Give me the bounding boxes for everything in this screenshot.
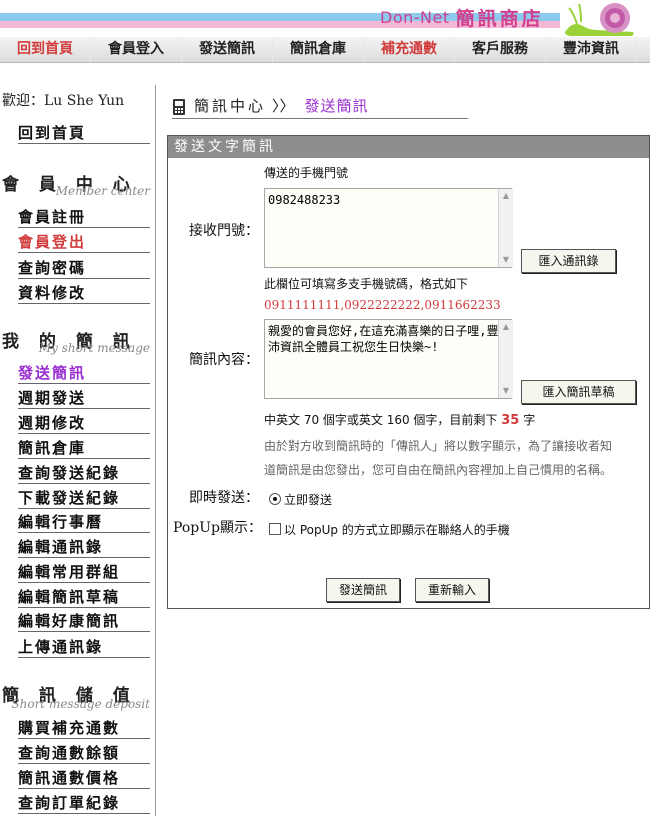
char-count-suffix: 字 <box>523 413 536 427</box>
sidebar-item-send-sms[interactable]: 發送簡訊 <box>18 363 150 384</box>
sidebar-item-password[interactable]: 查詢密碼 <box>18 258 150 279</box>
nav-topup[interactable]: 補充通數 <box>364 37 455 62</box>
popup-label: PopUp顯示： <box>173 520 263 536</box>
my-sms-subtitle: My short message <box>38 341 150 355</box>
char-count-prefix: 中英文 70 個字或英文 160 個字，目前剩下 <box>264 413 498 427</box>
welcome-text: 歡迎：Lu She Yun <box>2 93 125 109</box>
breadcrumb: 簡訊中心 〉〉 發送簡訊 <box>172 94 468 119</box>
sidebar-item-buy-credits[interactable]: 購買補充通數 <box>18 718 150 739</box>
brand-name-zh: 簡訊商店 <box>455 7 544 30</box>
content-textarea[interactable] <box>264 319 512 399</box>
scroll-down-icon[interactable]: ▼ <box>499 384 513 398</box>
nav-send-sms[interactable]: 發送簡訊 <box>182 37 273 62</box>
recipients-label: 接收門號： <box>189 223 259 239</box>
sidebar-item-balance[interactable]: 查詢通數餘額 <box>18 743 150 764</box>
nav-home[interactable]: 回到首頁 <box>0 37 91 62</box>
nav-customer-service[interactable]: 客戶服務 <box>455 37 546 62</box>
sidebar-item-sms-storage[interactable]: 簡訊倉庫 <box>18 438 150 459</box>
sidebar-item-periodic-send[interactable]: 週期發送 <box>18 388 150 409</box>
sidebar-item-pricing[interactable]: 簡訊通數價格 <box>18 768 150 789</box>
deposit-heading: 簡 訊 儲 值 Short message deposit <box>0 681 152 715</box>
sender-note-line-2: 道簡訊是由您發出，您可自由在簡訊內容裡加上自己慣用的名稱。 <box>264 463 613 477</box>
popup-checkbox[interactable] <box>269 523 281 535</box>
scroll-up-icon[interactable]: ▲ <box>499 320 513 334</box>
sidebar-item-groups[interactable]: 編輯常用群組 <box>18 562 150 583</box>
my-sms-heading: 我 的 簡 訊 My short message <box>0 327 152 361</box>
reset-button[interactable]: 重新輸入 <box>415 578 489 602</box>
sidebar-item-upload-contacts[interactable]: 上傳通訊錄 <box>18 637 150 658</box>
recipients-scrollbar[interactable]: ▲ ▼ <box>498 189 513 267</box>
sidebar-item-promo-sms[interactable]: 編輯好康簡訊 <box>18 611 150 632</box>
sidebar-item-logout[interactable]: 會員登出 <box>18 232 150 253</box>
sidebar-item-register[interactable]: 會員註冊 <box>18 207 150 228</box>
member-center-heading: 會 員 中 心 Member center <box>0 170 152 204</box>
breadcrumb-separator: 〉〉 <box>272 97 295 115</box>
format-example: 0911111111,0922222222,0911662233 <box>264 298 501 312</box>
sidebar-item-drafts[interactable]: 編輯簡訊草稿 <box>18 587 150 608</box>
instant-option-label[interactable]: 立即發送 <box>284 491 332 508</box>
sidebar-item-periodic-edit[interactable]: 週期修改 <box>18 413 150 434</box>
phone-hint: 傳送的手機門號 <box>264 166 349 180</box>
content-label: 簡訊內容： <box>189 352 259 368</box>
snail-logo-icon <box>565 3 634 36</box>
breadcrumb-current: 發送簡訊 <box>304 97 369 115</box>
sidebar-item-orders[interactable]: 查詢訂單紀錄 <box>18 793 150 814</box>
sidebar-divider <box>155 85 156 816</box>
format-hint: 此欄位可填寫多支手機號碼，格式如下 <box>264 277 469 291</box>
import-draft-button[interactable]: 匯入簡訊草稿 <box>521 380 636 404</box>
sidebar-item-download-records[interactable]: 下載發送紀錄 <box>18 488 150 509</box>
scroll-down-icon[interactable]: ▼ <box>499 253 513 267</box>
sender-note-line-1: 由於對方收到簡訊時的「傳訊人」將以數字顯示，為了讓接收者知 <box>264 439 613 453</box>
member-center-subtitle: Member center <box>55 184 150 198</box>
sidebar-item-profile[interactable]: 資料修改 <box>18 283 150 304</box>
content-scrollbar[interactable]: ▲ ▼ <box>498 320 513 398</box>
sidebar-item-send-records[interactable]: 查詢發送紀錄 <box>18 463 150 484</box>
recipients-textarea[interactable] <box>264 188 512 268</box>
send-sms-button[interactable]: 發送簡訊 <box>326 578 400 602</box>
nav-login[interactable]: 會員登入 <box>91 37 182 62</box>
instant-label: 即時發送： <box>189 490 259 506</box>
sidebar-item-calendar[interactable]: 編輯行事曆 <box>18 512 150 533</box>
import-contacts-button[interactable]: 匯入通訊錄 <box>521 249 616 273</box>
instant-radio[interactable] <box>269 493 281 505</box>
scroll-up-icon[interactable]: ▲ <box>499 189 513 203</box>
popup-option-label[interactable]: 以 PopUp 的方式立即顯示在聯絡人的手機 <box>284 521 510 538</box>
breadcrumb-title: 簡訊中心 <box>194 97 267 115</box>
sidebar-item-contacts[interactable]: 編輯通訊錄 <box>18 537 150 558</box>
brand-logo: Don-Net 簡訊商店 <box>380 4 544 30</box>
panel-title: 發送文字簡訊 <box>168 136 649 158</box>
nav-company[interactable]: 豐沛資訊 <box>546 37 637 62</box>
send-sms-panel: 發送文字簡訊 傳送的手機門號 接收門號： ▲ ▼ 匯入通訊錄 此欄位可填寫多支手… <box>167 135 650 609</box>
sidebar-home-link[interactable]: 回到首頁 <box>18 123 150 144</box>
deposit-subtitle: Short message deposit <box>11 697 150 711</box>
brand-name-en: Don-Net <box>380 7 450 27</box>
char-count-remaining: 35 <box>501 413 520 428</box>
phone-icon <box>173 99 185 115</box>
main-nav: 回到首頁 會員登入 發送簡訊 簡訊倉庫 補充通數 客戶服務 豐沛資訊 <box>0 37 650 63</box>
nav-sms-storage[interactable]: 簡訊倉庫 <box>273 37 364 62</box>
char-count-line: 中英文 70 個字或英文 160 個字，目前剩下 35 字 <box>264 411 535 428</box>
